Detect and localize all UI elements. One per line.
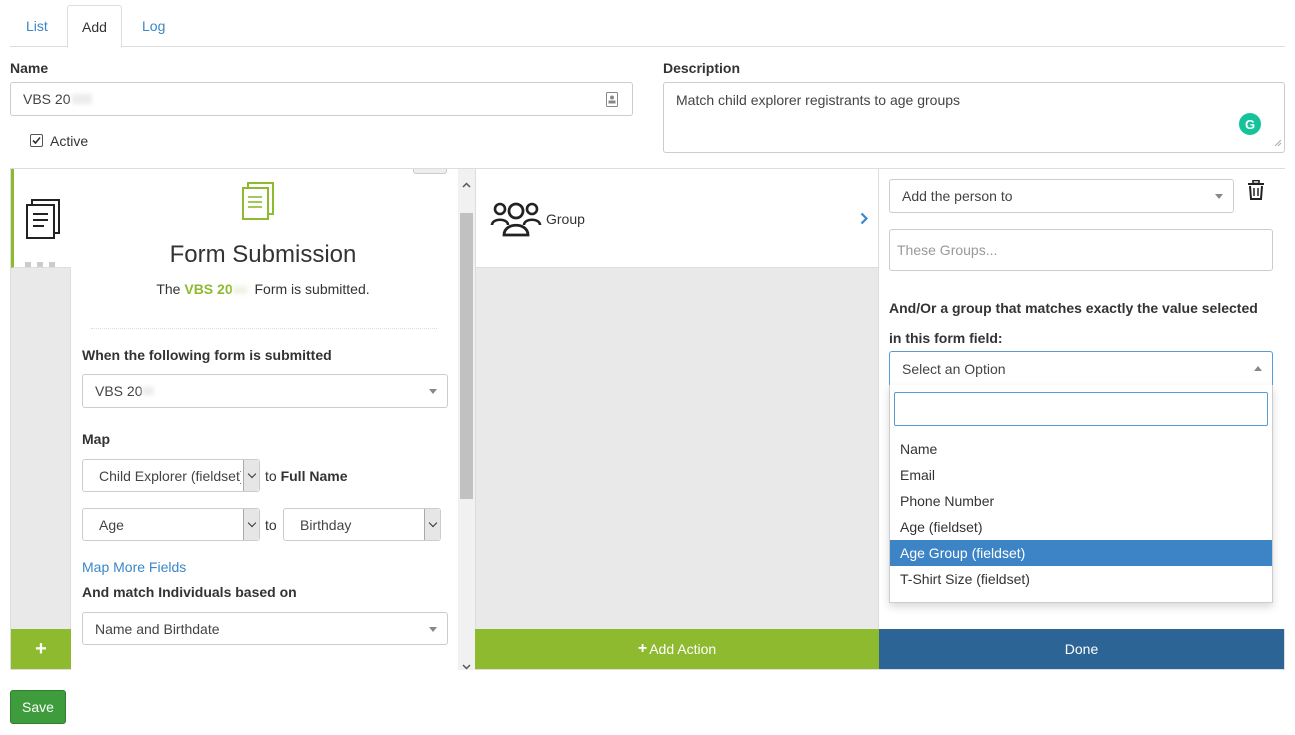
redacted-mark [232,286,247,294]
add-trigger-button[interactable]: + [11,629,71,669]
active-checkbox[interactable] [30,134,43,147]
chevron-right-icon[interactable] [860,212,869,228]
chevron-down-icon [424,509,440,540]
group-icon [490,201,542,240]
dropdown-option[interactable]: T-Shirt Size (fieldset) [890,566,1272,592]
trigger-config-panel: Form Submission The VBS 20 Form is submi… [71,169,475,670]
dropdown-option-highlighted[interactable]: Age Group (fieldset) [890,540,1272,566]
action-column: Group [475,169,879,629]
drag-handle-icon[interactable] [25,255,55,267]
add-person-select[interactable]: Add the person to [889,179,1234,213]
map-from-value-1: Child Explorer (fieldset) [99,467,241,484]
groups-input[interactable]: These Groups... [889,229,1273,271]
description-textarea[interactable]: Match child explorer registrants to age … [663,82,1285,153]
panel-tab-handle[interactable] [413,169,447,174]
action-card-group[interactable]: Group [476,169,878,268]
redacted-mark [142,387,155,395]
description-value: Match child explorer registrants to age … [676,92,961,108]
map-to-value-2: Birthday [300,516,352,533]
map-to-word-1: to [265,468,277,484]
name-input[interactable]: VBS 20 [10,82,633,116]
map-to-select-2[interactable]: Birthday [283,508,441,541]
form-field-select-value: Select an Option [902,360,1006,377]
summary-suffix: Form is submitted. [254,281,370,297]
dropdown-option[interactable]: Phone Number [890,488,1272,514]
match-group-text: And/Or a group that matches exactly the … [889,293,1279,353]
trigger-title: Form Submission [169,241,357,268]
match-group-line-1: And/Or a group that matches exactly the … [889,300,1258,316]
trash-icon[interactable] [1247,179,1265,203]
trigger-card[interactable] [11,169,71,268]
map-from-select-2[interactable]: Age [82,508,260,541]
summary-form-name: VBS 20 [184,281,233,297]
match-select-value: Name and Birthdate [95,620,220,637]
map-to-value-1: Full Name [280,468,348,484]
form-field-select[interactable]: Select an Option [889,351,1273,386]
map-label: Map [82,431,110,447]
resize-handle-icon[interactable] [1274,134,1282,150]
form-icon-green [240,182,276,225]
add-action-button[interactable]: + Add Action [475,629,879,669]
form-select[interactable]: VBS 20 [82,374,448,408]
map-to-row-1: to Full Name [265,468,347,484]
scroll-thumb[interactable] [460,213,473,499]
trigger-column [11,169,71,629]
map-from-value-2: Age [99,516,124,533]
redacted-mark [72,94,93,104]
map-to-word-2: to [265,517,277,533]
name-label: Name [10,60,49,76]
scroll-down-icon[interactable] [462,657,471,670]
match-group-line-2: in this form field: [889,330,1003,346]
scrollbar[interactable] [458,169,475,670]
match-label: And match Individuals based on [82,584,297,600]
add-action-label: Add Action [649,641,717,657]
active-label: Active [50,133,89,149]
dropdown-search-input[interactable] [894,392,1268,426]
description-label: Description [663,60,741,76]
map-more-fields-link[interactable]: Map More Fields [82,559,186,575]
match-select[interactable]: Name and Birthdate [82,612,448,645]
plus-icon: + [637,640,648,657]
tab-log[interactable]: Log [128,5,179,47]
contact-card-icon [606,92,618,110]
dropdown-option[interactable]: Name [890,436,1272,462]
divider [91,328,437,329]
tab-bar: List Add Log [10,5,1285,48]
save-button[interactable]: Save [10,690,66,724]
tab-list[interactable]: List [12,5,62,47]
done-button[interactable]: Done [879,629,1284,669]
action-label: Group [546,211,585,227]
add-person-value: Add the person to [902,188,1013,204]
chevron-down-icon [243,509,259,540]
grammarly-icon[interactable]: G [1239,113,1261,135]
form-select-value: VBS 20 [95,383,143,399]
summary-prefix: The [156,281,181,297]
chevron-down-icon [243,460,259,491]
form-document-icon [24,199,62,242]
dropdown-option[interactable]: Email [890,462,1272,488]
map-from-select-1[interactable]: Child Explorer (fieldset) [82,459,260,492]
trigger-summary: The VBS 20 Form is submitted. [71,281,455,297]
dropdown-option[interactable]: Age (fieldset) [890,514,1272,540]
form-select-label: When the following form is submitted [82,347,332,363]
options-dropdown: Name Email Phone Number Age (fieldset) A… [889,385,1273,603]
name-value: VBS 20 [23,91,71,107]
scroll-up-icon[interactable] [462,175,471,191]
groups-placeholder: These Groups... [897,242,998,258]
map-more-fields-text[interactable]: Map More Fields [82,559,186,575]
tab-add[interactable]: Add [67,5,122,48]
